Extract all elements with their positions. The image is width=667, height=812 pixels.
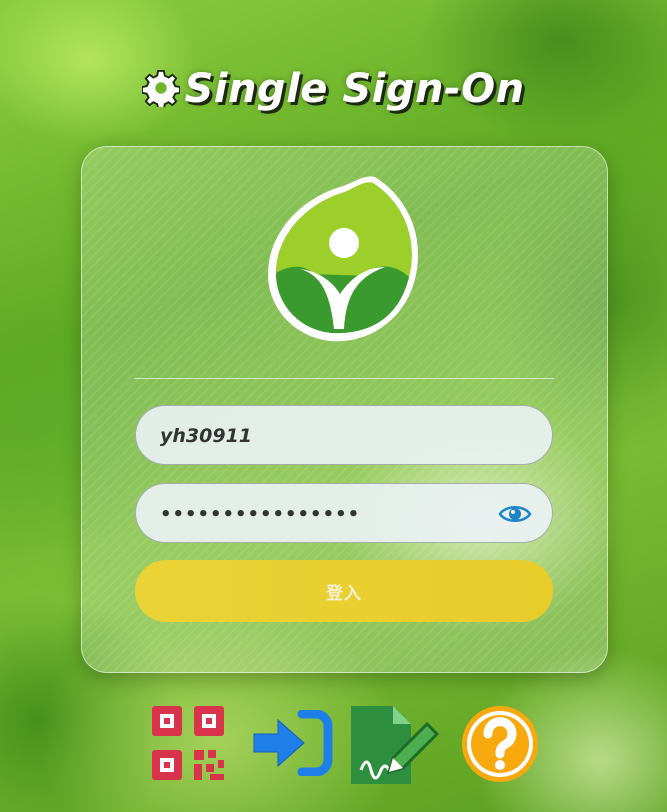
toolbar (0, 702, 667, 792)
qr-code-icon[interactable] (152, 706, 224, 780)
app-title: Single Sign-On (0, 66, 667, 112)
gear-icon (142, 69, 181, 107)
page-title: Single Sign-On (184, 66, 525, 112)
sign-document-icon[interactable] (349, 704, 441, 786)
username-field[interactable] (135, 405, 553, 466)
login-button[interactable]: 登入 (135, 560, 553, 622)
password-input[interactable] (158, 484, 502, 544)
brand-logo (268, 176, 419, 342)
help-icon[interactable] (460, 704, 540, 784)
username-input[interactable] (158, 406, 502, 466)
login-icon[interactable] (250, 710, 334, 776)
login-card: 登入 (81, 146, 608, 673)
password-field[interactable] (135, 483, 553, 544)
eye-icon[interactable] (498, 502, 532, 526)
divider (134, 378, 554, 379)
